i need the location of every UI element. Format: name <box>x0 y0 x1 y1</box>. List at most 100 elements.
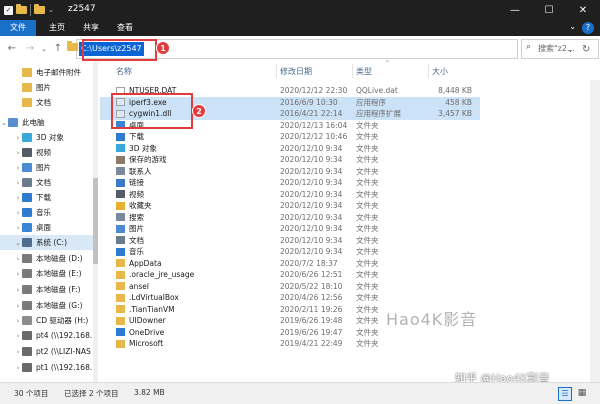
expand-chevron-icon[interactable]: › <box>14 149 22 157</box>
title-bar: ✓ ⌄ z2547 — ☐ ✕ <box>0 0 600 20</box>
sidebar-item[interactable]: › 3D 对象 <box>0 130 98 145</box>
expand-chevron-icon[interactable]: › <box>14 224 22 232</box>
tab-share[interactable]: 共享 <box>78 20 104 36</box>
sidebar-item[interactable]: › 本地磁盘 (F:) <box>0 282 98 297</box>
sidebar-item[interactable]: ⌄ 系统 (C:) <box>0 235 98 250</box>
file-row[interactable]: 链接 2020/12/10 9:34 文件夹 <box>100 177 480 189</box>
expand-chevron-icon[interactable]: › <box>14 302 22 310</box>
sidebar-item[interactable]: 图片 <box>0 80 98 95</box>
column-date[interactable]: 修改日期 <box>280 66 312 77</box>
file-row[interactable]: 文档 2020/12/10 9:34 文件夹 <box>100 235 480 247</box>
column-divider[interactable] <box>276 64 277 78</box>
file-date: 2020/12/10 9:34 <box>280 166 343 176</box>
sidebar-item[interactable]: › pt4 (\\192.168. <box>0 328 98 343</box>
file-row[interactable]: 保存的游戏 2020/12/10 9:34 文件夹 <box>100 154 480 166</box>
file-type: 应用程序扩展 <box>356 109 401 118</box>
file-date: 2020/4/26 12:56 <box>280 293 343 302</box>
expand-chevron-icon[interactable]: › <box>14 255 22 263</box>
close-button[interactable]: ✕ <box>566 0 600 20</box>
file-row[interactable]: 视频 2020/12/10 9:34 文件夹 <box>100 189 480 201</box>
properties-icon[interactable]: ✓ <box>4 5 13 15</box>
file-type: 文件夹 <box>356 120 379 130</box>
file-row[interactable]: 图片 2020/12/10 9:34 文件夹 <box>100 223 480 235</box>
sidebar-item[interactable]: › pt1 (\\192.168.1 <box>0 360 98 375</box>
tab-file[interactable]: 文件 <box>0 20 36 36</box>
expand-chevron-icon[interactable]: › <box>14 179 22 187</box>
maximize-button[interactable]: ☐ <box>532 0 566 20</box>
expand-chevron-icon[interactable]: › <box>14 164 22 172</box>
sidebar-item[interactable]: › 图片 <box>0 160 98 175</box>
file-row[interactable]: 收藏夹 2020/12/10 9:34 文件夹 <box>100 200 480 212</box>
file-type: 文件夹 <box>356 235 379 245</box>
sidebar-item-label: 系统 (C:) <box>36 238 67 247</box>
system-drive-icon <box>22 238 32 247</box>
expand-chevron-icon[interactable]: › <box>14 209 22 217</box>
forward-button[interactable]: → <box>24 42 36 56</box>
tab-home[interactable]: 主页 <box>44 20 70 36</box>
file-type: 文件夹 <box>356 304 379 314</box>
up-button[interactable]: ↑ <box>52 42 64 56</box>
sidebar-item[interactable]: 电子邮件附件 <box>0 65 98 80</box>
minimize-button[interactable]: — <box>498 0 532 20</box>
search-box[interactable]: ⌕ 搜索"z2... <box>521 39 599 59</box>
sidebar-item-label: 本地磁盘 (D:) <box>36 254 83 263</box>
column-type[interactable]: 类型 <box>356 66 372 77</box>
file-date: 2016/6/9 10:30 <box>280 97 338 107</box>
expand-chevron-icon[interactable]: ⌄ <box>0 119 8 127</box>
file-list-scrollbar[interactable] <box>590 80 600 382</box>
file-row[interactable]: 音乐 2020/12/10 9:34 文件夹 <box>100 246 480 258</box>
tab-view[interactable]: 查看 <box>112 20 138 36</box>
sidebar-item[interactable]: › 本地磁盘 (E:) <box>0 266 98 281</box>
expand-chevron-icon[interactable]: › <box>14 317 22 325</box>
expand-chevron-icon[interactable]: › <box>14 194 22 202</box>
column-divider[interactable] <box>428 64 429 78</box>
file-row[interactable]: 下载 2020/12/12 10:46 文件夹 <box>100 131 480 143</box>
sidebar-item[interactable]: › 本地磁盘 (D:) <box>0 251 98 266</box>
sidebar-item[interactable]: › 下载 <box>0 190 98 205</box>
details-view-button[interactable]: ☰ <box>558 387 572 401</box>
sidebar-item[interactable]: ⌄ 此电脑 <box>0 115 98 130</box>
expand-chevron-icon[interactable]: › <box>14 270 22 278</box>
help-icon[interactable]: ? <box>582 22 594 34</box>
customize-toolbar-icon[interactable]: ⌄ <box>48 6 54 14</box>
large-icons-view-button[interactable]: ▦ <box>576 387 588 399</box>
sidebar-item[interactable]: › 桌面 <box>0 220 98 235</box>
sidebar-item[interactable]: › 本地磁盘 (G:) <box>0 298 98 313</box>
expand-chevron-icon[interactable]: ⌄ <box>14 239 22 247</box>
file-row[interactable]: .LdVirtualBox 2020/4/26 12:56 文件夹 <box>100 292 480 304</box>
file-date: 2020/12/10 9:34 <box>280 143 343 153</box>
sidebar-scrollbar-thumb[interactable] <box>93 178 98 264</box>
expand-chevron-icon[interactable]: › <box>14 364 22 372</box>
sidebar-item[interactable]: › CD 驱动器 (H:) <box>0 313 98 328</box>
download-icon <box>116 132 125 141</box>
expand-chevron-icon[interactable]: › <box>14 348 22 356</box>
file-date: 2020/12/13 16:04 <box>280 120 348 130</box>
sidebar-item[interactable]: › 音乐 <box>0 205 98 220</box>
expand-chevron-icon[interactable]: › <box>14 134 22 142</box>
file-row[interactable]: 搜索 2020/12/10 9:34 文件夹 <box>100 212 480 224</box>
links-icon <box>116 178 125 187</box>
sidebar-item[interactable]: › 文档 <box>0 175 98 190</box>
watermark: Hao4K影音 <box>386 310 478 329</box>
file-type: 文件夹 <box>356 247 379 256</box>
column-size[interactable]: 大小 <box>432 66 448 77</box>
file-row[interactable]: ansel 2020/5/22 18:10 文件夹 <box>100 281 480 293</box>
back-button[interactable]: ← <box>6 42 18 56</box>
file-row[interactable]: AppData 2020/7/2 18:37 文件夹 <box>100 258 480 270</box>
sidebar-item[interactable]: › pt2 (\\LIZI-NAS <box>0 344 98 359</box>
file-row[interactable]: 联系人 2020/12/10 9:34 文件夹 <box>100 166 480 178</box>
expand-ribbon-icon[interactable]: ⌄ <box>569 22 576 31</box>
sidebar-item[interactable]: › 视频 <box>0 145 98 160</box>
column-divider[interactable] <box>352 64 353 78</box>
search-input[interactable]: 搜索"z2... <box>538 43 575 54</box>
file-row[interactable]: Microsoft 2019/4/21 22:49 文件夹 <box>100 338 480 350</box>
new-folder-icon[interactable] <box>16 4 27 14</box>
expand-chevron-icon[interactable]: › <box>14 332 22 340</box>
expand-chevron-icon[interactable]: › <box>14 286 22 294</box>
file-name: 3D 对象 <box>129 143 157 153</box>
file-row[interactable]: 3D 对象 2020/12/10 9:34 文件夹 <box>100 143 480 155</box>
column-name[interactable]: 名称 <box>116 66 132 77</box>
file-row[interactable]: .oracle_jre_usage 2020/6/26 12:51 文件夹 <box>100 269 480 281</box>
sidebar-item[interactable]: 文档 <box>0 95 98 110</box>
recent-locations-button[interactable]: ⌄ <box>38 42 50 56</box>
